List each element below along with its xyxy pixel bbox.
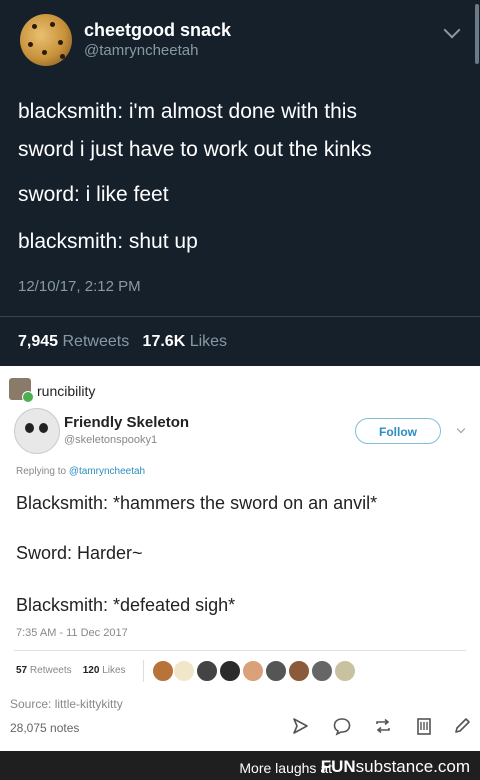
watermark-text: More laughs at: [239, 760, 332, 776]
tweet-line: blacksmith: shut up: [18, 230, 198, 253]
tweet-stats: 7,945 Retweets 17.6K Likes: [18, 333, 227, 351]
retweets-label[interactable]: Retweets: [30, 665, 72, 676]
tweet-line: sword: i like feet: [18, 183, 169, 206]
notes-count[interactable]: 28,075 notes: [10, 721, 79, 735]
follow-button[interactable]: Follow: [355, 418, 441, 444]
likes-count[interactable]: 120: [83, 665, 100, 676]
post-stats: 57 Retweets 120 Likes: [16, 665, 126, 676]
avatar[interactable]: [152, 660, 174, 682]
tweet-line: sword i just have to work out the kinks: [18, 138, 372, 161]
replying-to: Replying to @tamryncheetah: [16, 466, 145, 477]
post-source[interactable]: Source: little-kittykitty: [10, 697, 123, 711]
funsubstance-logo: FUNsubstance.com: [320, 757, 470, 776]
display-name[interactable]: cheetgood snack: [84, 20, 231, 41]
chevron-down-icon[interactable]: [443, 21, 461, 39]
avatar[interactable]: [288, 660, 310, 682]
send-icon[interactable]: [290, 716, 310, 736]
reblogger-avatar[interactable]: [9, 378, 34, 403]
likes-label[interactable]: Likes: [102, 665, 125, 676]
post-timestamp[interactable]: 7:35 AM - 11 Dec 2017: [16, 627, 128, 639]
dark-tweet-card: cheetgood snack @tamryncheetah blacksmit…: [0, 0, 480, 366]
replying-to-handle[interactable]: @tamryncheetah: [69, 466, 145, 477]
reblogger-name[interactable]: runcibility: [37, 383, 95, 399]
queue-icon[interactable]: [414, 716, 434, 736]
post-line: Blacksmith: *defeated sigh*: [16, 595, 236, 615]
retweets-count[interactable]: 57: [16, 665, 27, 676]
retweets-label[interactable]: Retweets: [63, 333, 130, 350]
reblog-icon[interactable]: [373, 716, 393, 736]
avatar[interactable]: [334, 660, 356, 682]
post-line: Blacksmith: *hammers the sword on an anv…: [16, 493, 378, 513]
avatar[interactable]: [242, 660, 264, 682]
post-line: Sword: Harder~: [16, 543, 143, 563]
author-name[interactable]: Friendly Skeleton: [64, 414, 189, 431]
avatar[interactable]: [265, 660, 287, 682]
tweet-line: blacksmith: i'm almost done with this: [18, 100, 357, 123]
scrollbar[interactable]: [475, 4, 479, 64]
edit-icon[interactable]: [452, 716, 472, 736]
likes-label[interactable]: Likes: [190, 333, 227, 350]
divider: [143, 660, 144, 682]
replying-prefix: Replying to: [16, 466, 67, 477]
reblog-badge-icon: [22, 391, 34, 403]
cheetah-avatar[interactable]: [20, 14, 72, 66]
tweet-timestamp[interactable]: 12/10/17, 2:12 PM: [18, 278, 141, 295]
watermark-bar: More laughs at FUNsubstance.com: [0, 751, 480, 780]
avatar[interactable]: [196, 660, 218, 682]
skeleton-avatar[interactable]: [14, 408, 60, 454]
author-handle[interactable]: @skeletonspooky1: [64, 434, 157, 446]
divider: [14, 650, 466, 651]
avatar[interactable]: [173, 660, 195, 682]
retweets-count[interactable]: 7,945: [18, 333, 58, 350]
likes-count[interactable]: 17.6K: [143, 333, 186, 350]
user-handle[interactable]: @tamryncheetah: [84, 42, 198, 59]
reply-icon[interactable]: [332, 716, 352, 736]
chevron-down-icon[interactable]: [456, 424, 466, 434]
divider: [0, 316, 480, 317]
avatar[interactable]: [219, 660, 241, 682]
avatar[interactable]: [311, 660, 333, 682]
